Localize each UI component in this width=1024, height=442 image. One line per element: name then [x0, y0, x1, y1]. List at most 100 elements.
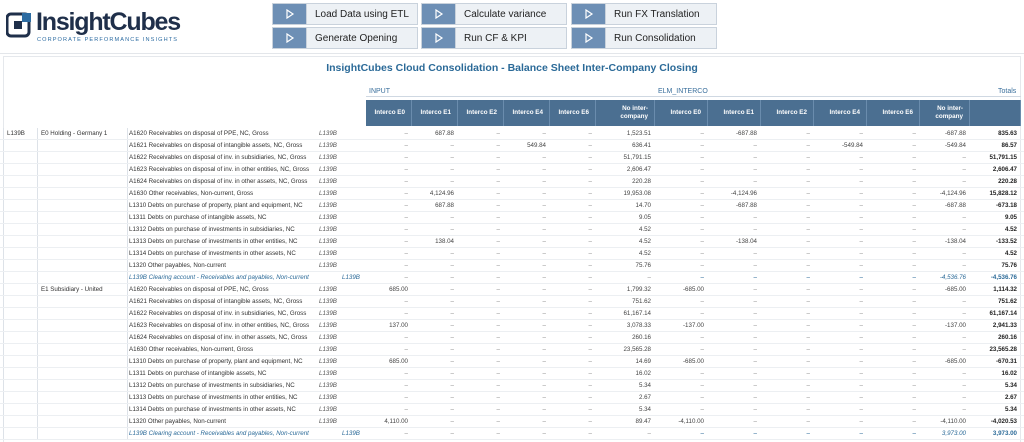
column-header[interactable]: Interco E6: [867, 100, 920, 126]
value-cell[interactable]: –: [366, 428, 412, 440]
value-cell[interactable]: –: [458, 320, 504, 332]
value-cell[interactable]: –: [504, 332, 550, 344]
value-cell[interactable]: –: [596, 428, 655, 440]
total-cell[interactable]: 2,941.33: [970, 320, 1021, 332]
value-cell[interactable]: –: [655, 392, 708, 404]
value-cell[interactable]: –: [458, 140, 504, 152]
value-cell[interactable]: –: [814, 272, 867, 284]
value-cell[interactable]: –: [458, 284, 504, 296]
value-cell[interactable]: –: [708, 392, 761, 404]
value-cell[interactable]: –: [366, 296, 412, 308]
value-cell[interactable]: –: [920, 248, 970, 260]
value-cell[interactable]: –: [920, 212, 970, 224]
value-cell[interactable]: –: [550, 380, 596, 392]
value-cell[interactable]: –: [550, 332, 596, 344]
value-cell[interactable]: -4,124.96: [708, 188, 761, 200]
value-cell[interactable]: –: [412, 344, 458, 356]
value-cell[interactable]: –: [458, 332, 504, 344]
value-cell[interactable]: –: [814, 284, 867, 296]
value-cell[interactable]: –: [708, 416, 761, 428]
value-cell[interactable]: –: [867, 284, 920, 296]
value-cell[interactable]: –: [550, 236, 596, 248]
value-cell[interactable]: –: [504, 176, 550, 188]
value-cell[interactable]: –: [867, 380, 920, 392]
value-cell[interactable]: 9.05: [596, 212, 655, 224]
value-cell[interactable]: –: [412, 356, 458, 368]
total-cell[interactable]: 86.57: [970, 140, 1021, 152]
value-cell[interactable]: –: [708, 212, 761, 224]
column-header[interactable]: Interco E2: [458, 100, 504, 126]
value-cell[interactable]: –: [867, 260, 920, 272]
value-cell[interactable]: –: [920, 296, 970, 308]
value-cell[interactable]: –: [920, 344, 970, 356]
value-cell[interactable]: –: [550, 308, 596, 320]
total-cell[interactable]: 51,791.15: [970, 152, 1021, 164]
value-cell[interactable]: –: [708, 344, 761, 356]
total-cell[interactable]: 751.62: [970, 296, 1021, 308]
value-cell[interactable]: –: [655, 380, 708, 392]
value-cell[interactable]: –: [920, 224, 970, 236]
total-cell[interactable]: -4,020.53: [970, 416, 1021, 428]
value-cell[interactable]: –: [814, 224, 867, 236]
total-cell[interactable]: 3,973.00: [970, 428, 1021, 440]
value-cell[interactable]: -685.00: [655, 284, 708, 296]
value-cell[interactable]: 2,606.47: [596, 164, 655, 176]
value-cell[interactable]: 220.28: [596, 176, 655, 188]
value-cell[interactable]: -4,110.00: [920, 416, 970, 428]
value-cell[interactable]: –: [655, 368, 708, 380]
value-cell[interactable]: –: [550, 128, 596, 140]
value-cell[interactable]: –: [708, 140, 761, 152]
table-row[interactable]: A1624 Receivables on disposal of inv. in…: [0, 176, 1024, 188]
value-cell[interactable]: –: [504, 356, 550, 368]
value-cell[interactable]: –: [458, 392, 504, 404]
value-cell[interactable]: –: [412, 176, 458, 188]
value-cell[interactable]: –: [814, 296, 867, 308]
value-cell[interactable]: –: [814, 332, 867, 344]
total-cell[interactable]: 2.67: [970, 392, 1021, 404]
value-cell[interactable]: –: [867, 320, 920, 332]
value-cell[interactable]: –: [458, 188, 504, 200]
value-cell[interactable]: 16.02: [596, 368, 655, 380]
value-cell[interactable]: –: [867, 224, 920, 236]
column-header[interactable]: Interco E4: [504, 100, 550, 126]
value-cell[interactable]: 137.00: [366, 320, 412, 332]
total-cell[interactable]: 1,114.32: [970, 284, 1021, 296]
value-cell[interactable]: –: [920, 332, 970, 344]
value-cell[interactable]: 4.52: [596, 224, 655, 236]
value-cell[interactable]: –: [761, 164, 814, 176]
run-fx-translation-button[interactable]: Run FX Translation: [571, 3, 717, 25]
value-cell[interactable]: 61,167.14: [596, 308, 655, 320]
value-cell[interactable]: –: [708, 368, 761, 380]
value-cell[interactable]: –: [366, 200, 412, 212]
value-cell[interactable]: –: [366, 176, 412, 188]
value-cell[interactable]: –: [458, 296, 504, 308]
value-cell[interactable]: –: [867, 296, 920, 308]
value-cell[interactable]: –: [550, 356, 596, 368]
value-cell[interactable]: -685.00: [655, 356, 708, 368]
value-cell[interactable]: –: [920, 380, 970, 392]
value-cell[interactable]: -685.00: [920, 356, 970, 368]
value-cell[interactable]: –: [867, 368, 920, 380]
value-cell[interactable]: –: [412, 140, 458, 152]
value-cell[interactable]: –: [814, 380, 867, 392]
value-cell[interactable]: -687.88: [708, 200, 761, 212]
value-cell[interactable]: –: [920, 152, 970, 164]
value-cell[interactable]: –: [412, 284, 458, 296]
value-cell[interactable]: –: [550, 284, 596, 296]
value-cell[interactable]: –: [920, 164, 970, 176]
value-cell[interactable]: –: [504, 428, 550, 440]
value-cell[interactable]: –: [655, 152, 708, 164]
column-header[interactable]: No inter-company: [596, 100, 655, 126]
value-cell[interactable]: –: [920, 176, 970, 188]
table-row[interactable]: L1313 Debts on purchase of investments i…: [0, 236, 1024, 248]
value-cell[interactable]: –: [550, 152, 596, 164]
value-cell[interactable]: -4,110.00: [655, 416, 708, 428]
value-cell[interactable]: –: [655, 200, 708, 212]
total-cell[interactable]: 15,828.12: [970, 188, 1021, 200]
value-cell[interactable]: -687.88: [920, 128, 970, 140]
calculate-variance-button[interactable]: Calculate variance: [421, 3, 567, 25]
value-cell[interactable]: –: [366, 248, 412, 260]
value-cell[interactable]: –: [708, 356, 761, 368]
value-cell[interactable]: –: [458, 260, 504, 272]
value-cell[interactable]: –: [867, 212, 920, 224]
